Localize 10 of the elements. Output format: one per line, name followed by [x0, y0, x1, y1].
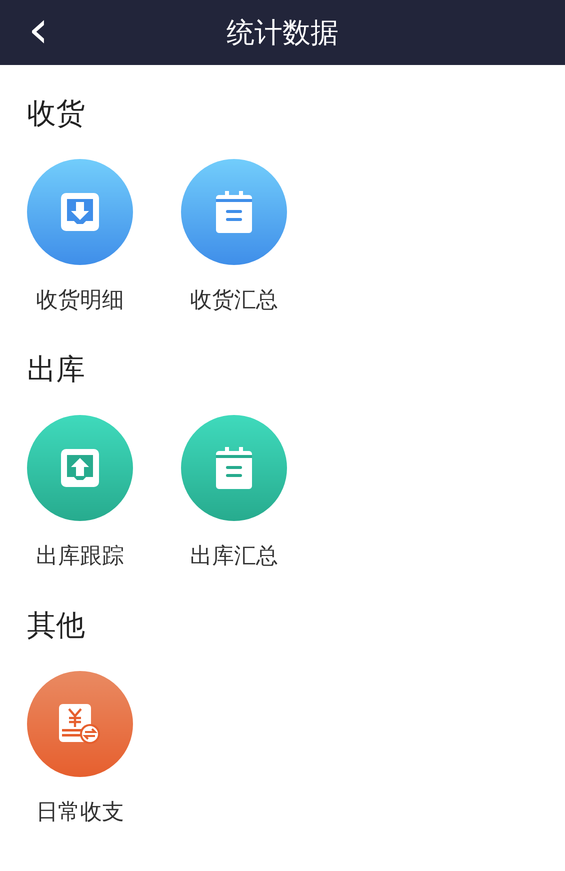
bill-exchange-icon — [58, 703, 102, 745]
section-title: 收货 — [27, 95, 85, 131]
download-tray-icon — [59, 191, 101, 233]
page-title: 统计数据 — [226, 14, 338, 50]
notepad-icon — [215, 190, 253, 234]
section-title: 其他 — [27, 607, 85, 643]
back-button[interactable]: ‹ — [22, 4, 55, 56]
notepad-icon — [215, 446, 253, 490]
upload-tray-icon — [59, 447, 101, 489]
section-title: 出库 — [27, 351, 85, 387]
